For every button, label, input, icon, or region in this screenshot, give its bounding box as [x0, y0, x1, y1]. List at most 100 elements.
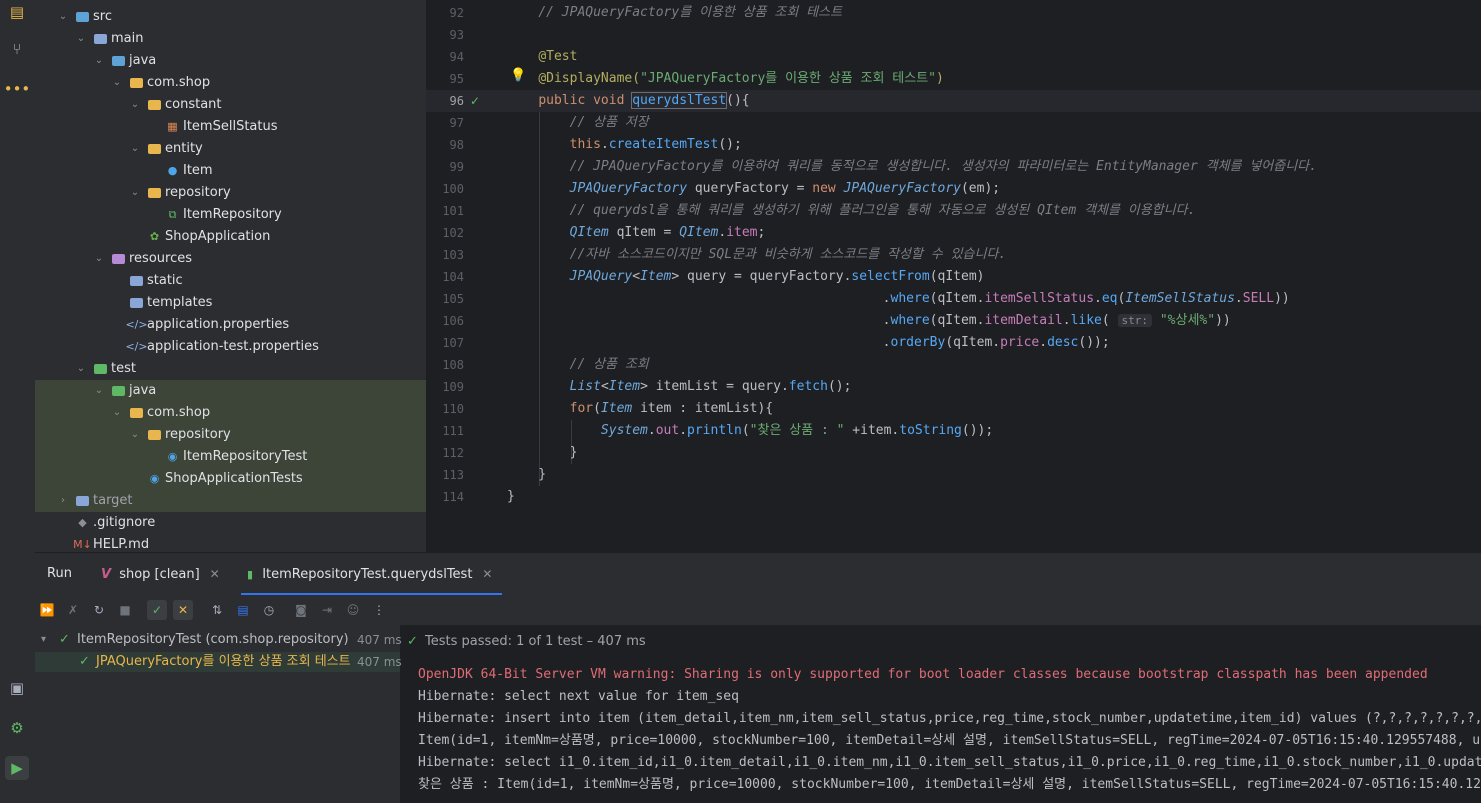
code-line: @Test	[507, 46, 577, 68]
chevron-down-icon[interactable]: ⌄	[111, 402, 123, 424]
test-suite-row[interactable]: ▾ ✓ ItemRepositoryTest (com.shop.reposit…	[35, 630, 402, 650]
test-case-row[interactable]: ✓ JPAQueryFactory를 이용한 상품 조회 테스트 407 ms	[35, 652, 402, 672]
run-tool-icon[interactable]: ▶	[5, 756, 29, 780]
services-icon[interactable]: ▣	[5, 676, 29, 700]
export-icon[interactable]: ⇥	[317, 600, 337, 620]
run-test-gutter-icon[interactable]: ✓	[470, 90, 480, 112]
project-tree-item-label: main	[111, 31, 144, 46]
close-icon[interactable]: ✕	[210, 567, 220, 581]
project-tree-item[interactable]: ⌄ java	[35, 50, 426, 72]
project-tree-item[interactable]: ⌄ com.shop	[35, 72, 426, 94]
git-icon[interactable]: ⑂	[5, 37, 29, 61]
project-tree-item[interactable]: </> application.properties	[35, 314, 426, 336]
tab-shop-clean[interactable]: V shop [clean] ✕	[101, 553, 220, 595]
toggle-auto-test-icon[interactable]: ↻	[89, 600, 109, 620]
show-ignored-icon[interactable]: ✕	[173, 600, 193, 620]
code-editor[interactable]: 92 // JPAQueryFactory를 이용한 상품 조회 테스트 93 94…	[426, 0, 1481, 552]
chevron-down-icon[interactable]: ⌄	[57, 6, 69, 28]
chevron-down-icon: ▾	[41, 634, 47, 645]
chevron-down-icon[interactable]: ⌄	[93, 248, 105, 270]
coverage-icon[interactable]: ☺	[343, 600, 363, 620]
more-tools-icon[interactable]: •••	[4, 77, 31, 101]
project-tree-item-label: ItemRepositoryTest	[183, 449, 308, 464]
project-tree-item[interactable]: ⌄ resources	[35, 248, 426, 270]
chevron-down-icon[interactable]: ⌄	[129, 94, 141, 116]
test-status-line: ✓ Tests passed: 1 of 1 test – 407 ms	[407, 634, 646, 649]
project-tree-item[interactable]: templates	[35, 292, 426, 314]
code-token: this	[569, 137, 601, 152]
project-tree-item[interactable]: ⌄ main	[35, 28, 426, 50]
spring-class-icon: ✿	[149, 230, 160, 243]
project-tree-item[interactable]: ◆ .gitignore	[35, 512, 426, 534]
code-token: ();	[827, 379, 852, 394]
rerun-failed-icon[interactable]: ✗	[63, 600, 83, 620]
rerun-icon[interactable]: ⏩	[37, 600, 57, 620]
project-tree-item[interactable]: M↓ HELP.md	[35, 534, 426, 552]
project-tree-item[interactable]: ⌄ java	[35, 380, 426, 402]
chevron-down-icon[interactable]: ⌄	[129, 424, 141, 446]
project-tree-item[interactable]: ◉ ItemRepositoryTest	[35, 446, 426, 468]
lightbulb-icon[interactable]: 💡	[510, 68, 526, 83]
code-token: JPAQueryFactory	[843, 181, 961, 196]
import-tests-icon[interactable]: ▤	[233, 600, 253, 620]
console-output[interactable]: ✓ Tests passed: 1 of 1 test – 407 ms Ope…	[401, 625, 1481, 803]
enum-icon: ▦	[167, 120, 178, 133]
sort-icon[interactable]: ⇅	[207, 600, 227, 620]
project-tree-item[interactable]: ● Item	[35, 160, 426, 182]
chevron-down-icon[interactable]: ⌄	[93, 380, 105, 402]
code-token: }	[507, 489, 515, 504]
code-token: // 상품 저장	[569, 115, 649, 130]
code-token: JPAQueryFactory	[569, 181, 688, 196]
code-token: eq	[1101, 291, 1118, 306]
chevron-down-icon[interactable]: ⌄	[75, 28, 87, 50]
more-options-icon[interactable]: ⋮	[369, 600, 389, 620]
screenshot-icon[interactable]: ◙	[291, 600, 311, 620]
test-class-icon: ◉	[167, 450, 178, 463]
line-number: 92	[449, 6, 464, 20]
code-token: List	[569, 379, 601, 394]
tab-run[interactable]: Run	[47, 553, 72, 595]
code-token: public void	[538, 93, 633, 108]
structure-icon[interactable]: ▤	[5, 0, 29, 24]
project-tree-item[interactable]: › target	[35, 490, 426, 512]
stop-icon[interactable]: ■	[115, 600, 135, 620]
project-tree-item-label: java	[129, 383, 157, 398]
settings-gear-icon[interactable]: ⚙	[5, 716, 29, 740]
project-tree-item[interactable]: ◉ ShopApplicationTests	[35, 468, 426, 490]
chevron-down-icon[interactable]: ⌄	[93, 50, 105, 72]
code-token: .	[600, 137, 609, 152]
code-token: QItem	[569, 225, 609, 240]
project-tree-item[interactable]: </> application-test.properties	[35, 336, 426, 358]
chevron-down-icon[interactable]: ⌄	[75, 358, 87, 380]
project-tree-item[interactable]: ⌄ src	[35, 6, 426, 28]
chevron-down-icon[interactable]: ⌄	[129, 182, 141, 204]
show-passed-icon[interactable]: ✓	[147, 600, 167, 620]
chevron-down-icon[interactable]: ⌄	[129, 138, 141, 160]
project-tree-item[interactable]: ▦ ItemSellStatus	[35, 116, 426, 138]
project-tree-item[interactable]: ⌄ constant	[35, 94, 426, 116]
console-line: Item(id=1, itemNm=상품명, price=10000, stoc…	[418, 733, 1481, 748]
chevron-right-icon[interactable]: ›	[57, 490, 69, 512]
chevron-down-icon[interactable]: ⌄	[111, 72, 123, 94]
close-icon[interactable]: ✕	[482, 567, 492, 581]
code-token: (qItem.	[929, 313, 985, 328]
code-token: // querydsl을 통해 쿼리를 생성하기 위해 플러그인을 통해 자동으…	[569, 203, 1196, 218]
project-tree-item[interactable]: ⌄ com.shop	[35, 402, 426, 424]
tab-querydsl-test[interactable]: ▮ ItemRepositoryTest.querydslTest ✕	[241, 553, 503, 595]
history-icon[interactable]: ◷	[259, 600, 279, 620]
code-token: )	[935, 71, 944, 86]
project-tree-item[interactable]: ⌄ test	[35, 358, 426, 380]
project-tree-item[interactable]: static	[35, 270, 426, 292]
project-tree-item[interactable]: ⧉ ItemRepository	[35, 204, 426, 226]
project-tree-item[interactable]: ✿ ShopApplication	[35, 226, 426, 248]
test-results-tree: ▾ ✓ ItemRepositoryTest (com.shop.reposit…	[35, 625, 402, 803]
code-line: .where(qItem.itemDetail.like( str: "%상세%…	[507, 310, 1231, 332]
project-tree-item[interactable]: ⌄ repository	[35, 182, 426, 204]
project-tree-item[interactable]: ⌄ entity	[35, 138, 426, 160]
project-tree-item[interactable]: ⌄ repository	[35, 424, 426, 446]
code-token: toString	[899, 423, 962, 438]
